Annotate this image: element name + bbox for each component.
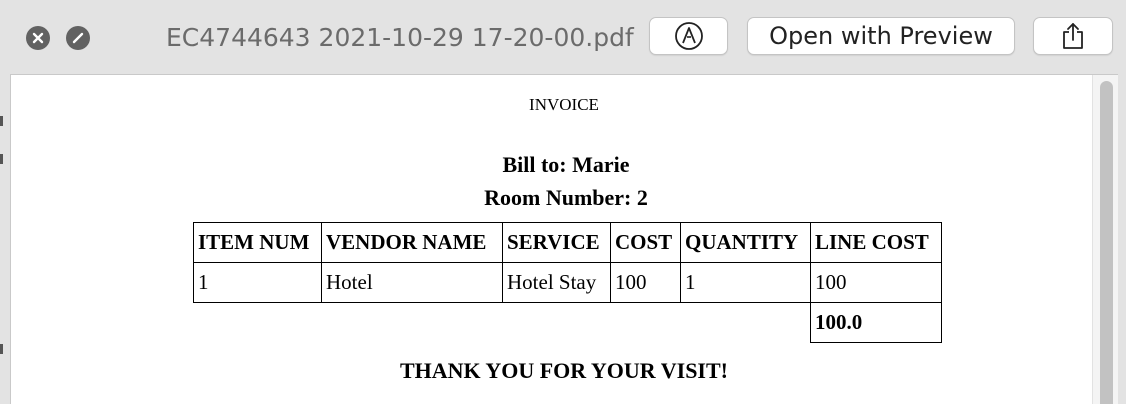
share-button[interactable]: [1033, 17, 1113, 55]
markup-pen-icon: [674, 22, 703, 50]
invoice-table: ITEM NUM VENDOR NAME SERVICE COST QUANTI…: [193, 222, 942, 343]
column-header-vendor-name: VENDOR NAME: [321, 222, 503, 263]
column-header-quantity: QUANTITY: [680, 222, 811, 263]
room-number: Room Number: 2: [484, 185, 648, 210]
column-header-service: SERVICE: [502, 222, 611, 263]
document-viewer[interactable]: INVOICE Bill to: Marie Room Number: 2 IT…: [10, 74, 1118, 404]
fullscreen-toggle-icon: [72, 32, 84, 44]
scrollbar-thumb[interactable]: [1100, 81, 1113, 404]
invoice-title: INVOICE: [529, 95, 599, 114]
invoice-total: 100.0: [810, 302, 942, 343]
share-icon: [1063, 23, 1083, 49]
bill-to: Bill to: Marie: [502, 152, 630, 177]
background-window-edge: [0, 74, 10, 404]
column-header-item-num: ITEM NUM: [193, 222, 322, 263]
table-header-row: ITEM NUM VENDOR NAME SERVICE COST QUANTI…: [193, 222, 942, 263]
close-icon: [32, 32, 44, 44]
cell-cost: 100: [610, 262, 681, 303]
cell-service: Hotel Stay: [502, 262, 611, 303]
invoice-page: INVOICE Bill to: Marie Room Number: 2 IT…: [11, 75, 1093, 404]
cell-vendor-name: Hotel: [321, 262, 503, 303]
vertical-scrollbar[interactable]: [1092, 75, 1118, 404]
document-filename: EC4744643 2021-10-29 17-20-00.pdf: [166, 23, 634, 52]
fullscreen-button[interactable]: [66, 26, 90, 50]
thank-you-message: THANK YOU FOR YOUR VISIT!: [400, 358, 728, 383]
table-row: 1 Hotel Hotel Stay 100 1 100: [193, 262, 942, 303]
open-with-preview-button[interactable]: Open with Preview: [747, 17, 1015, 55]
cell-line-cost: 100: [810, 262, 942, 303]
total-row: 100.0: [194, 302, 942, 343]
total-spacer: [194, 303, 811, 343]
cell-item-num: 1: [193, 262, 322, 303]
cell-quantity: 1: [680, 262, 811, 303]
quick-look-window: EC4744643 2021-10-29 17-20-00.pdf Open w…: [0, 0, 1126, 404]
column-header-cost: COST: [610, 222, 681, 263]
title-bar: EC4744643 2021-10-29 17-20-00.pdf Open w…: [0, 0, 1126, 74]
close-button[interactable]: [26, 26, 50, 50]
column-header-line-cost: LINE COST: [810, 222, 942, 263]
markup-button[interactable]: [649, 17, 728, 55]
